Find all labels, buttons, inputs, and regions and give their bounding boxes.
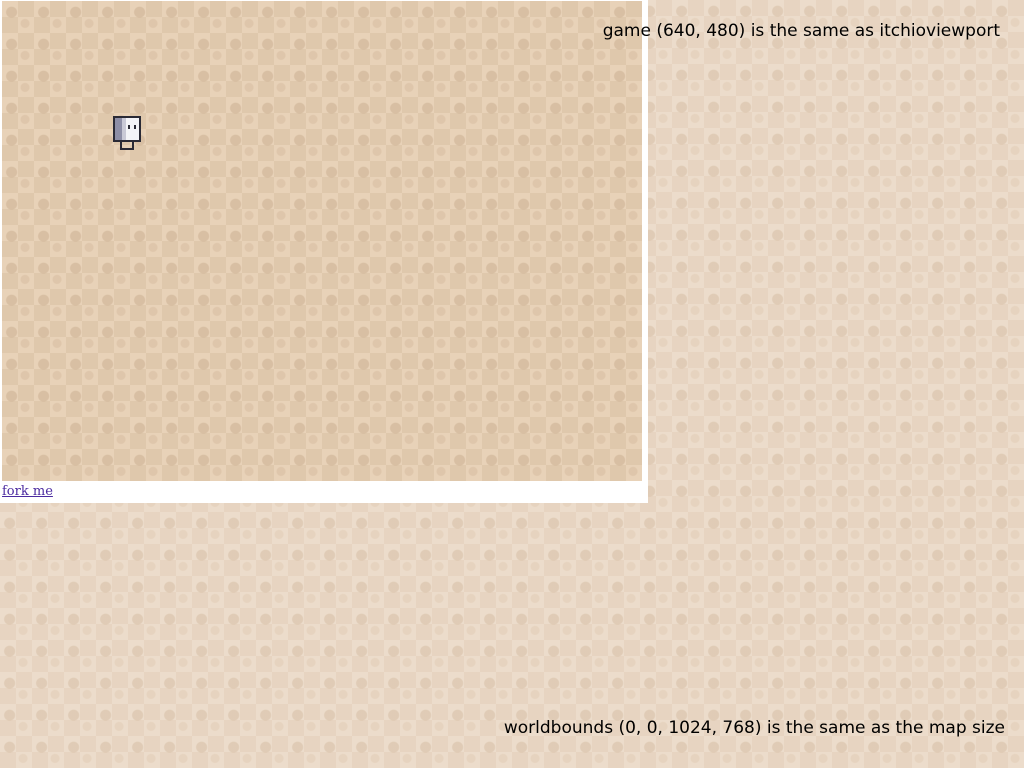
worldbounds-caption: worldbounds (0, 0, 1024, 768) is the sam… [503,718,1005,738]
viewport-caption: game (640, 480) is the same as itchiovie… [602,21,1000,41]
page-container: fork me [0,0,648,503]
player-sprite-icon [113,116,141,150]
game-canvas[interactable] [2,1,642,481]
fork-me-link[interactable]: fork me [2,484,53,499]
